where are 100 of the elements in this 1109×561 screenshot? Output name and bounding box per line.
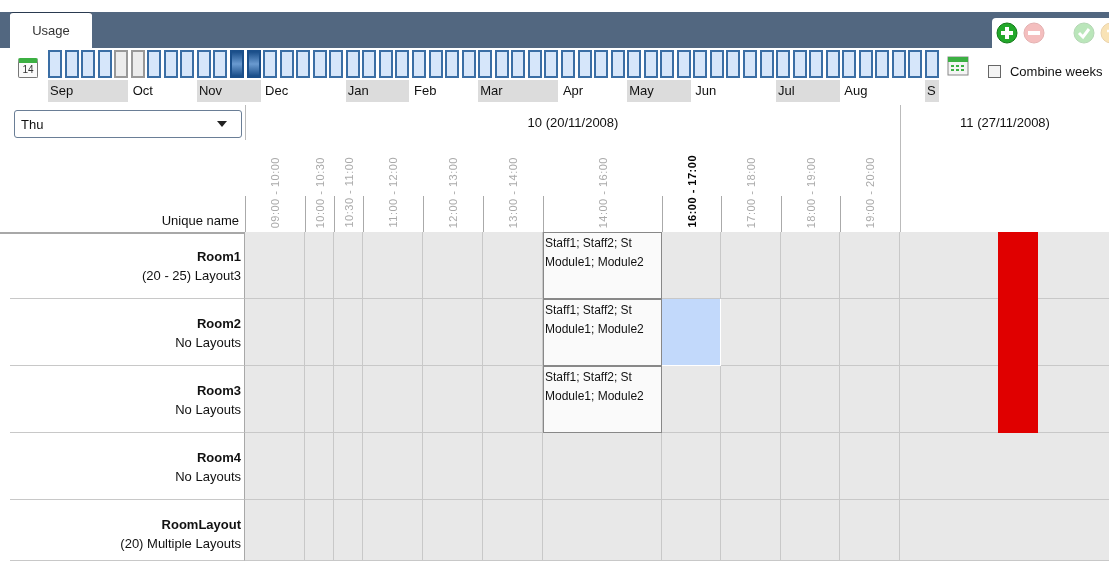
week-box[interactable] xyxy=(858,50,873,78)
week-box[interactable] xyxy=(147,50,162,78)
grid-cell[interactable] xyxy=(662,500,721,561)
room-name[interactable]: Room3 xyxy=(196,381,241,400)
grid-cell[interactable] xyxy=(781,232,840,299)
week-box[interactable] xyxy=(445,50,460,78)
grid-cell[interactable] xyxy=(483,366,543,433)
week-box[interactable] xyxy=(279,50,294,78)
grid-cell[interactable] xyxy=(543,433,662,500)
grid-cell[interactable] xyxy=(245,232,305,299)
grid-cell[interactable] xyxy=(363,500,423,561)
grid-cell[interactable] xyxy=(423,232,483,299)
grid-cell[interactable] xyxy=(840,500,900,561)
day-dropdown[interactable]: Thu xyxy=(14,110,242,138)
booking-block[interactable]: Staff1; Staff2; St Module1; Module2 xyxy=(543,232,662,299)
week-box[interactable] xyxy=(809,50,824,78)
room-name[interactable]: Room2 xyxy=(196,314,241,333)
week-box[interactable] xyxy=(478,50,493,78)
week-box[interactable] xyxy=(196,50,211,78)
grid-cell[interactable] xyxy=(900,433,1109,500)
grid-cell[interactable] xyxy=(483,433,543,500)
grid-cell[interactable] xyxy=(423,299,483,366)
grid-cell[interactable] xyxy=(305,232,334,299)
grid-cell[interactable] xyxy=(840,232,900,299)
grid-cell[interactable] xyxy=(245,433,305,500)
week-box[interactable] xyxy=(362,50,377,78)
grid-cell[interactable] xyxy=(662,366,721,433)
grid-cell[interactable] xyxy=(245,366,305,433)
week-box[interactable] xyxy=(643,50,658,78)
week-box[interactable] xyxy=(412,50,427,78)
week-box[interactable] xyxy=(461,50,476,78)
week-box[interactable] xyxy=(345,50,360,78)
grid-cell[interactable] xyxy=(423,433,483,500)
grid-cell[interactable] xyxy=(900,232,1109,299)
grid-cell[interactable] xyxy=(245,299,305,366)
grid-cell[interactable] xyxy=(662,232,721,299)
grid-cell[interactable] xyxy=(334,500,363,561)
week-box[interactable] xyxy=(825,50,840,78)
week-box[interactable] xyxy=(792,50,807,78)
week-box[interactable] xyxy=(842,50,857,78)
grid-cell[interactable] xyxy=(721,299,781,366)
week-box[interactable] xyxy=(246,50,261,78)
week-box[interactable] xyxy=(742,50,757,78)
grid-cell[interactable] xyxy=(363,232,423,299)
grid-cell[interactable] xyxy=(483,232,543,299)
grid-cell[interactable] xyxy=(363,433,423,500)
grid-cell[interactable] xyxy=(483,299,543,366)
grid-cell[interactable] xyxy=(334,299,363,366)
week-box[interactable] xyxy=(81,50,96,78)
week-box[interactable] xyxy=(726,50,741,78)
week-box[interactable] xyxy=(776,50,791,78)
week-box[interactable] xyxy=(676,50,691,78)
grid-cell[interactable] xyxy=(423,366,483,433)
grid-cell[interactable] xyxy=(781,433,840,500)
week-box[interactable] xyxy=(908,50,923,78)
grid-cell[interactable] xyxy=(900,299,1109,366)
week-box[interactable] xyxy=(213,50,228,78)
week-box[interactable] xyxy=(594,50,609,78)
week-box[interactable] xyxy=(560,50,575,78)
grid-cell[interactable] xyxy=(363,366,423,433)
week-box[interactable] xyxy=(48,50,62,78)
grid-cell[interactable] xyxy=(334,366,363,433)
room-name[interactable]: Room4 xyxy=(196,448,241,467)
grid-cell[interactable] xyxy=(781,299,840,366)
grid-cell[interactable] xyxy=(305,433,334,500)
week-box[interactable] xyxy=(494,50,509,78)
week-box[interactable] xyxy=(527,50,542,78)
room-name[interactable]: RoomLayout xyxy=(161,515,241,534)
grid-cell[interactable] xyxy=(781,366,840,433)
week-box[interactable] xyxy=(312,50,327,78)
week-box[interactable] xyxy=(627,50,642,78)
grid-cell[interactable] xyxy=(721,433,781,500)
week-box[interactable] xyxy=(428,50,443,78)
checkbox[interactable] xyxy=(988,65,1001,78)
grid-cell[interactable] xyxy=(305,366,334,433)
calendar-grid-icon[interactable] xyxy=(947,54,969,76)
grid-cell[interactable] xyxy=(900,500,1109,561)
week-box[interactable] xyxy=(163,50,178,78)
grid-cell[interactable] xyxy=(305,299,334,366)
grid-cell[interactable] xyxy=(721,366,781,433)
grid-cell[interactable] xyxy=(900,366,1109,433)
calendar-icon[interactable]: 14 xyxy=(18,58,38,78)
grid-cell[interactable] xyxy=(363,299,423,366)
week-box[interactable] xyxy=(180,50,195,78)
week-box[interactable] xyxy=(925,50,939,78)
week-box[interactable] xyxy=(660,50,675,78)
tab[interactable]: Usage xyxy=(10,12,92,48)
week-box[interactable] xyxy=(693,50,708,78)
week-box[interactable] xyxy=(544,50,559,78)
week-box[interactable] xyxy=(296,50,311,78)
week-box[interactable] xyxy=(759,50,774,78)
grid-cell[interactable] xyxy=(334,433,363,500)
week-box[interactable] xyxy=(709,50,724,78)
grid-cell[interactable] xyxy=(662,433,721,500)
grid-cell[interactable] xyxy=(721,232,781,299)
grid-cell[interactable] xyxy=(334,232,363,299)
selected-cell[interactable] xyxy=(662,299,721,366)
booking-block[interactable]: Staff1; Staff2; St Module1; Module2 xyxy=(543,366,662,433)
room-name[interactable]: Room1 xyxy=(196,247,241,266)
week-box[interactable] xyxy=(511,50,526,78)
